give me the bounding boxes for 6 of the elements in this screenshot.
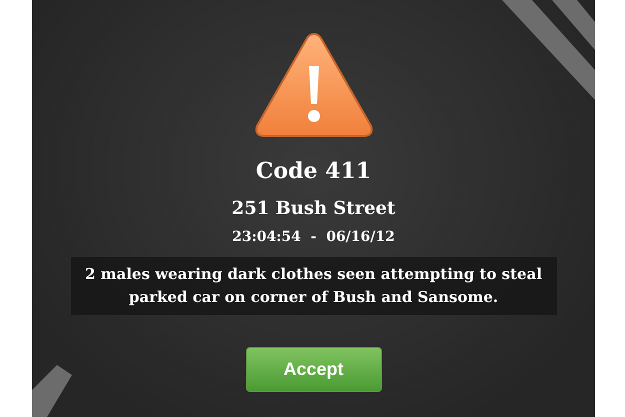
alert-description: 2 males wearing dark clothes seen attempting to steal parked car on corner of Bush and Sansome. <box>70 257 556 315</box>
warning-icon <box>252 30 374 140</box>
address: 251 Bush Street <box>232 198 396 219</box>
alert-code: Code 411 <box>256 158 372 184</box>
accept-button[interactable]: Accept <box>246 347 382 392</box>
timestamp: 23:04:54 - 06/16/12 <box>232 229 395 245</box>
